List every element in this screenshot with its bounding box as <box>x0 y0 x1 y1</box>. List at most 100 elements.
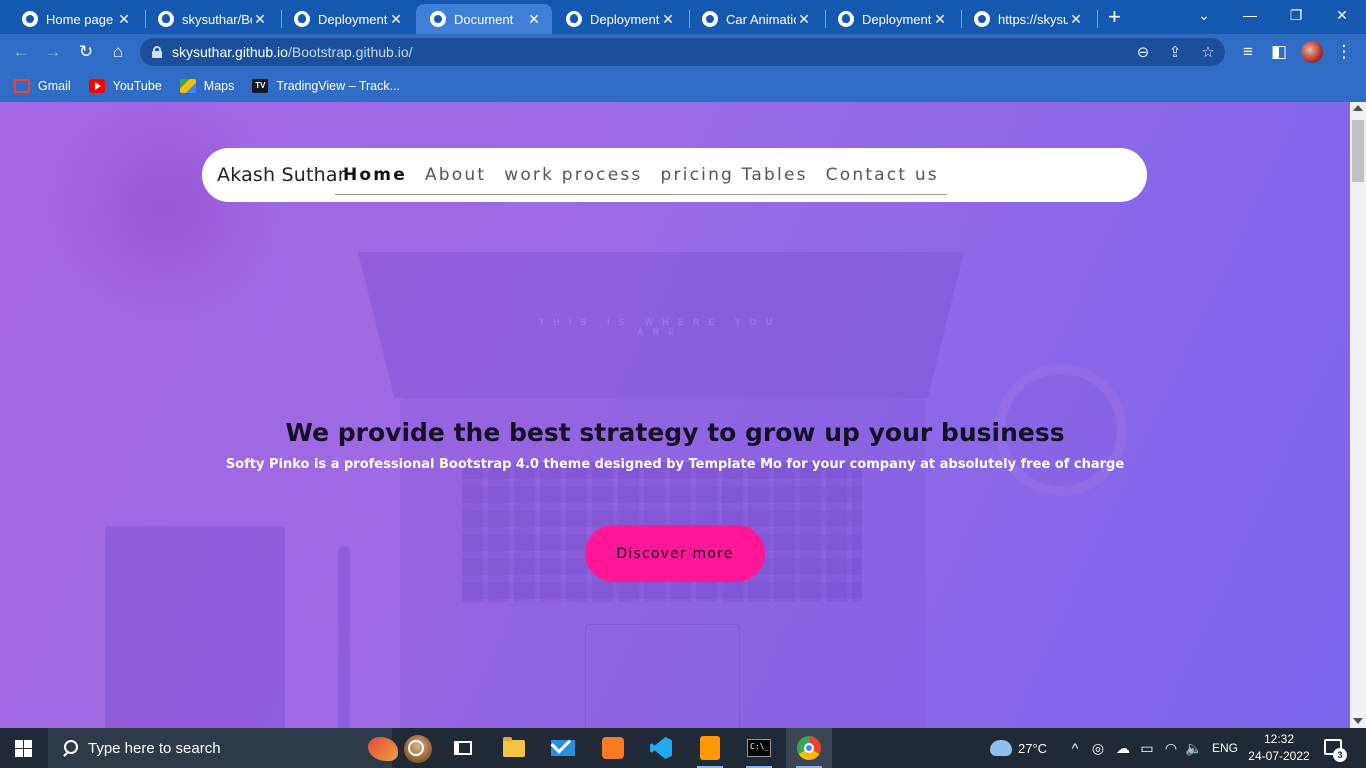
discover-more-button[interactable]: Discover more <box>585 525 765 582</box>
sublime-button[interactable] <box>687 728 733 768</box>
reload-button[interactable]: ↻ <box>75 42 97 62</box>
volume-icon[interactable]: 🔈 <box>1184 739 1204 757</box>
close-icon[interactable]: ✕ <box>526 11 542 28</box>
tab-skysuthar-bo[interactable]: skysuthar/Bo ✕ <box>144 4 278 34</box>
nav-link-home[interactable]: Home <box>343 165 407 185</box>
bookmark-label: YouTube <box>112 79 162 93</box>
window-close-button[interactable]: ✕ <box>1322 4 1362 26</box>
nav-link-pricing-tables[interactable]: pricing Tables <box>661 165 808 185</box>
close-icon[interactable]: ✕ <box>388 11 404 28</box>
chrome-button[interactable] <box>786 728 832 768</box>
tab-document-active[interactable]: Document ✕ <box>416 4 552 34</box>
close-icon[interactable]: ✕ <box>252 11 268 28</box>
tab-home-page[interactable]: Home page ✕ <box>8 4 142 34</box>
close-icon[interactable]: ✕ <box>932 11 948 28</box>
address-bar[interactable]: skysuthar.github.io/Bootstrap.github.io/… <box>140 38 1225 66</box>
tab-car-animation[interactable]: Car Animatio ✕ <box>688 4 822 34</box>
bookmark-tradingview[interactable]: TV TradingView – Track... <box>252 79 400 93</box>
profile-avatar[interactable] <box>1301 41 1323 63</box>
notification-badge: 3 <box>1333 748 1347 762</box>
site-navbar: Akash Suthar Home About work process pri… <box>202 148 1147 202</box>
bookmark-gmail[interactable]: Gmail <box>14 79 71 93</box>
cortana-button[interactable] <box>393 728 439 768</box>
bookmark-label: Maps <box>203 79 235 93</box>
tab-https-skysuthar[interactable]: https://skysut ✕ <box>960 4 1094 34</box>
minimize-button[interactable]: — <box>1230 4 1270 26</box>
forward-button[interactable]: → <box>42 42 64 62</box>
tab-separator <box>1097 10 1098 28</box>
xampp-button[interactable] <box>590 728 636 768</box>
tab-title: Deployments <box>590 11 660 27</box>
zoom-icon[interactable]: ⊖ <box>1133 43 1153 61</box>
tab-title: skysuthar/Bo <box>182 11 252 27</box>
cortana-icon <box>408 740 424 756</box>
scroll-thumb[interactable] <box>1352 120 1364 182</box>
mail-icon <box>551 740 575 756</box>
onedrive-cloud-icon[interactable]: ☁ <box>1113 739 1133 757</box>
nav-link-contact-us[interactable]: Contact us <box>826 165 939 185</box>
chrome-icon <box>797 736 821 760</box>
close-icon[interactable]: ✕ <box>796 11 812 28</box>
background-trackpad <box>585 624 740 728</box>
lock-icon[interactable] <box>152 46 162 58</box>
nav-link-work-process[interactable]: work process <box>504 165 642 185</box>
weather-widget[interactable]: 27°C <box>990 728 1047 768</box>
weather-cloud-icon <box>990 740 1012 756</box>
search-icon <box>62 740 78 756</box>
tab-title: Car Animatio <box>726 11 796 27</box>
tab-deployments[interactable]: Deployments ✕ <box>280 4 414 34</box>
github-icon <box>294 11 310 27</box>
hero-title: We provide the best strategy to grow up … <box>285 418 1065 447</box>
language-indicator[interactable]: ENG <box>1212 728 1238 768</box>
browser-toolbar: ← → ↻ ⌂ skysuthar.github.io/Bootstrap.gi… <box>0 34 1366 70</box>
cmd-icon: C:\_ <box>747 739 771 757</box>
close-icon[interactable]: ✕ <box>1068 11 1084 28</box>
bookmark-star-icon[interactable]: ☆ <box>1198 43 1218 61</box>
globe-icon <box>22 11 38 27</box>
side-panel-icon[interactable]: ◧ <box>1268 42 1290 62</box>
new-tab-button[interactable]: + <box>1108 6 1121 28</box>
tab-title: Home page <box>46 11 114 27</box>
media-control-icon[interactable]: ≡ <box>1237 42 1259 62</box>
page-scrollbar[interactable] <box>1350 102 1366 728</box>
windows-start-icon[interactable] <box>15 740 32 757</box>
globe-icon <box>430 11 446 27</box>
taskbar-clock[interactable]: 12:32 24-07-2022 <box>1248 731 1310 765</box>
meet-now-icon[interactable]: ◎ <box>1088 739 1108 757</box>
bookmark-maps[interactable]: Maps <box>179 79 235 93</box>
tab-search-button[interactable]: ⌄ <box>1184 4 1224 26</box>
taskbar-search-input[interactable]: Type here to search <box>48 728 432 768</box>
vscode-icon <box>650 737 672 759</box>
tray-chevron-icon[interactable]: ^ <box>1065 739 1085 757</box>
battery-icon[interactable]: ▭ <box>1137 739 1157 757</box>
nav-link-about[interactable]: About <box>425 165 486 185</box>
clock-date: 24-07-2022 <box>1248 749 1310 763</box>
file-explorer-button[interactable] <box>491 728 537 768</box>
tab-title: Deployments <box>862 11 932 27</box>
close-icon[interactable]: ✕ <box>116 11 132 28</box>
cmd-button[interactable]: C:\_ <box>736 728 782 768</box>
wifi-icon[interactable]: ◠ <box>1161 739 1181 757</box>
close-icon[interactable]: ✕ <box>660 11 676 28</box>
maps-icon <box>179 79 196 93</box>
back-button[interactable]: ← <box>10 42 32 62</box>
tab-deployments-2[interactable]: Deployments ✕ <box>552 4 686 34</box>
clock-time: 12:32 <box>1263 732 1295 746</box>
bookmark-youtube[interactable]: YouTube <box>88 79 162 93</box>
url-host: skysuthar.github.io <box>172 44 288 60</box>
bookmarks-bar: Gmail YouTube Maps TV TradingView – Trac… <box>0 70 1366 102</box>
site-brand[interactable]: Akash Suthar <box>217 164 346 186</box>
page-viewport: THIS IS WHERE YOU ARE Akash Suthar Home … <box>0 102 1350 728</box>
tab-deployments-3[interactable]: Deployments ✕ <box>824 4 958 34</box>
task-view-button[interactable] <box>440 728 486 768</box>
home-button[interactable]: ⌂ <box>107 42 129 62</box>
vscode-button[interactable] <box>638 728 684 768</box>
restore-button[interactable]: ❐ <box>1276 4 1316 26</box>
share-icon[interactable]: ⇪ <box>1165 43 1185 61</box>
scroll-down-arrow-icon[interactable] <box>1353 718 1363 724</box>
menu-kebab-icon[interactable]: ⋮ <box>1333 42 1355 62</box>
windows-taskbar: Type here to search C:\_ 27°C ^ ◎ ☁ ▭ ◠ … <box>0 728 1366 768</box>
tab-title: Document <box>454 11 514 27</box>
mail-button[interactable] <box>540 728 586 768</box>
scroll-up-arrow-icon[interactable] <box>1353 105 1363 111</box>
